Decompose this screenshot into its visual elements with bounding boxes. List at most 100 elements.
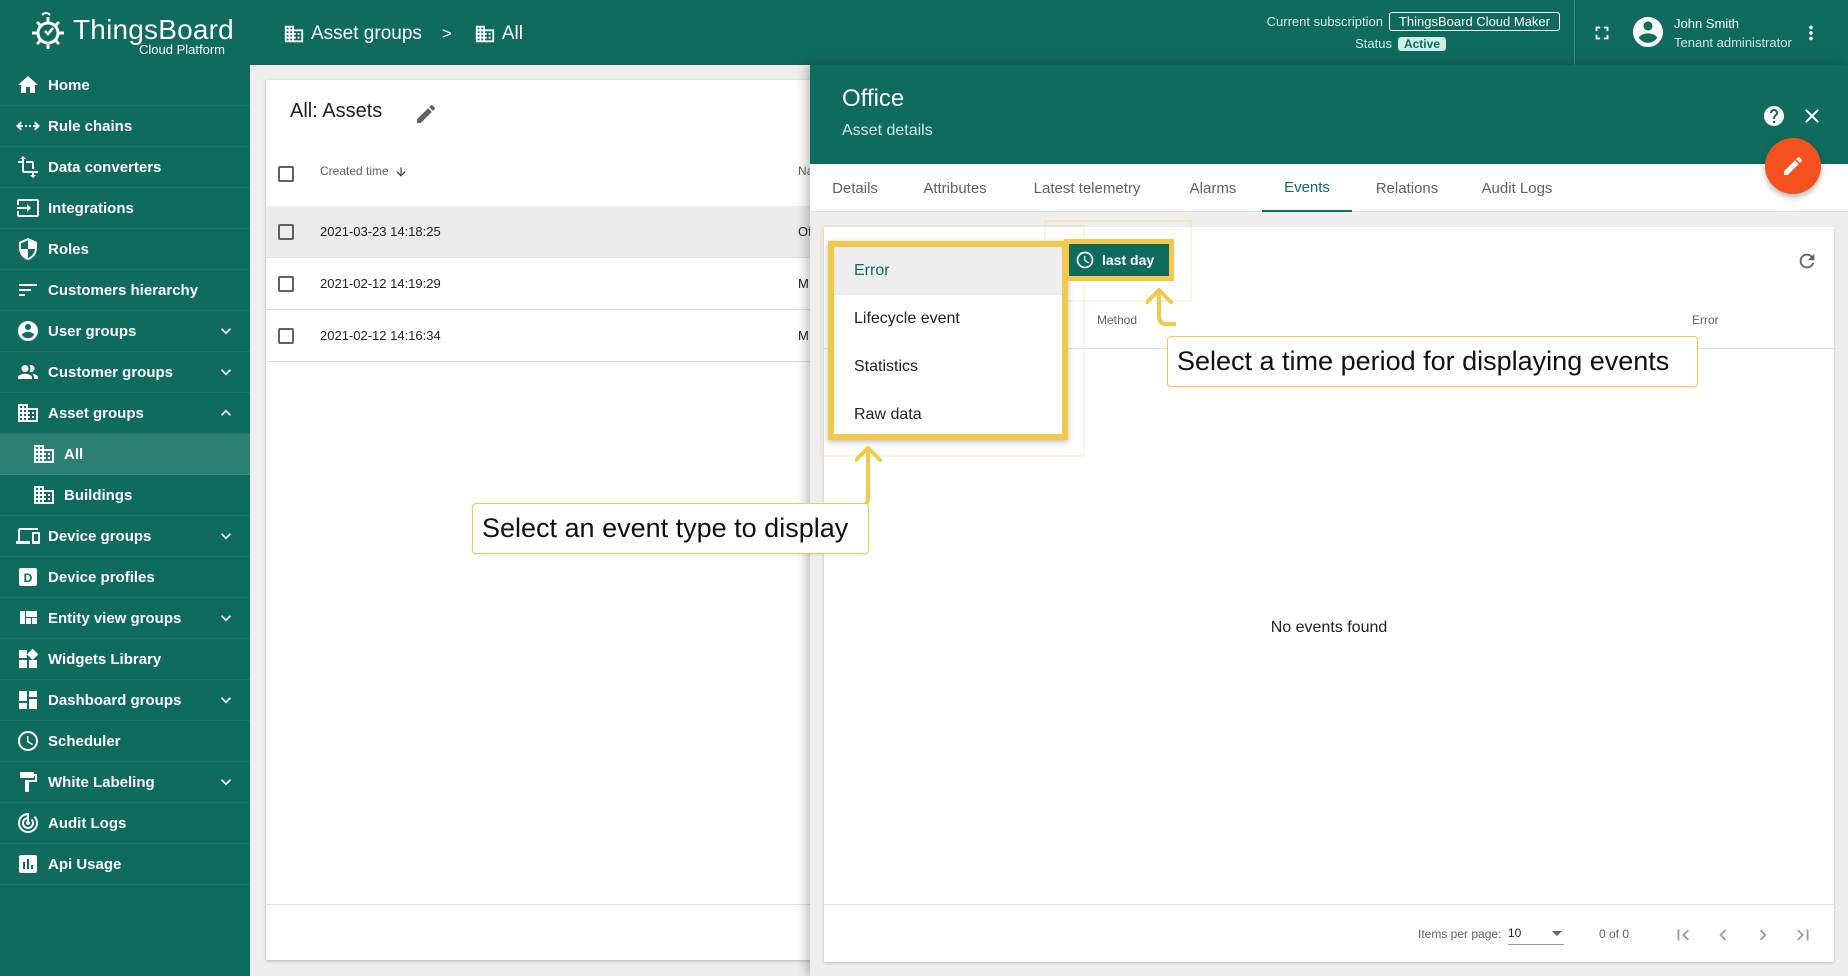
domain-icon [18,404,38,422]
sidebar-item-label: Buildings [64,486,133,504]
chevron-down-icon[interactable] [216,321,236,341]
paginator-divider [824,904,1834,905]
sidebar-item-label: Api Usage [48,855,122,873]
sidebar-item-data-converters[interactable]: Data converters [0,147,250,188]
sidebar-item-widgets-library[interactable]: Widgets Library [0,639,250,680]
chevron-right-icon[interactable] [1752,924,1774,946]
avatar[interactable] [1630,14,1666,50]
menu-item-raw-data[interactable]: Raw data [834,391,1062,439]
sidebar-item-device-groups[interactable]: Device groups [0,516,250,557]
column-header-error[interactable]: Error [1692,313,1719,327]
breadcrumb-separator: > [441,24,452,43]
sidebar-item-device-profiles[interactable]: D Device profiles [0,557,250,598]
select-all-checkbox[interactable] [278,166,294,182]
row-checkbox[interactable] [278,328,294,344]
sidebar-item-customers-hierarchy[interactable]: Customers hierarchy [0,270,250,311]
items-per-page-select[interactable]: 10 [1508,923,1564,945]
subscription-info: Current subscription ThingsBoard Cloud M… [1260,12,1560,56]
tab-attributes[interactable]: Attributes [900,164,1010,212]
tab-latest-telemetry[interactable]: Latest telemetry [1010,164,1164,212]
arrow-down-icon[interactable] [394,165,408,179]
time-window-button[interactable]: last day [1064,239,1174,281]
domain-icon [34,486,54,504]
thingsboard-logo[interactable]: ThingsBoard Cloud Platform [26,9,234,57]
table-row[interactable]: 2021-02-12 14:16:34 M [266,310,816,362]
row-checkbox[interactable] [278,276,294,292]
logo-gear-icon [32,12,64,49]
chevron-down-icon[interactable] [216,690,236,710]
first-page-icon[interactable] [1672,924,1694,946]
sidebar-item-integrations[interactable]: Integrations [0,188,250,229]
chevron-down-icon[interactable] [216,772,236,792]
sidebar-item-buildings[interactable]: Buildings [0,475,250,516]
edit-icon[interactable] [414,102,438,126]
created-time-cell: 2021-02-12 14:16:34 [320,328,441,343]
clock-icon [1076,251,1094,269]
sidebar-item-label: Entity view groups [48,609,182,627]
details-header: Office Asset details [810,65,1848,164]
sidebar-item-customer-groups[interactable]: Customer groups [0,352,250,393]
subscription-plan-badge[interactable]: ThingsBoard Cloud Maker [1388,12,1560,31]
sort-icon [19,284,37,296]
callout-event-type: Select an event type to display [472,503,869,554]
more-vert-icon[interactable] [1800,22,1822,44]
table-row[interactable]: 2021-02-12 14:19:29 M [266,258,816,310]
tab-audit-logs[interactable]: Audit Logs [1462,164,1572,212]
chevron-down-icon[interactable] [216,526,236,546]
chevron-down-icon[interactable] [216,608,236,628]
track-changes-icon [18,813,38,833]
rule-chain-icon [16,121,40,131]
callout-arrow-event-type [855,446,882,508]
domain-icon [475,25,495,43]
row-checkbox[interactable] [278,224,294,240]
menu-item-lifecycle-event[interactable]: Lifecycle event [834,295,1062,343]
view-quilt-icon [20,611,37,624]
sidebar-item-label: Scheduler [48,732,121,750]
sidebar-item-audit-logs[interactable]: Audit Logs [0,803,250,844]
fullscreen-icon[interactable] [1591,22,1613,44]
sidebar-item-rule-chains[interactable]: Rule chains [0,106,250,147]
menu-item-statistics[interactable]: Statistics [834,343,1062,391]
user-info[interactable]: John Smith Tenant administrator [1674,14,1792,52]
chevron-down-icon[interactable] [216,362,236,382]
table-footer-divider [266,904,816,905]
supervisor-icon [18,365,38,379]
toolbar-divider [1574,0,1575,65]
table-row[interactable]: 2021-03-23 14:18:25 Of [266,206,816,258]
callout-arrow-time-period [1146,288,1176,326]
sidebar-item-label: All [64,445,84,463]
help-icon[interactable] [1762,104,1786,128]
device-profile-icon: D [19,568,37,586]
sidebar-item-entity-view-groups[interactable]: Entity view groups [0,598,250,639]
sidebar-item-api-usage[interactable]: Api Usage [0,844,250,885]
sidebar-item-asset-groups[interactable]: Asset groups [0,393,250,434]
devices-icon [16,528,40,544]
tab-relations[interactable]: Relations [1352,164,1462,212]
sidebar-item-white-labeling[interactable]: White Labeling [0,762,250,803]
edit-fab-button[interactable] [1765,138,1821,194]
last-page-icon[interactable] [1792,924,1814,946]
sidebar-item-roles[interactable]: Roles [0,229,250,270]
column-header-created-time[interactable]: Created time [320,164,389,178]
tab-events[interactable]: Events [1262,164,1352,212]
event-type-menu: Error Lifecycle event Statistics Raw dat… [828,241,1068,440]
sidebar-item-all[interactable]: All [0,434,250,475]
sidebar-item-label: Dashboard groups [48,691,182,709]
tab-details[interactable]: Details [810,164,900,212]
sidebar-item-home[interactable]: Home [0,65,250,106]
tab-alarms[interactable]: Alarms [1164,164,1262,212]
chevron-up-icon[interactable] [216,403,236,423]
sidebar-item-scheduler[interactable]: Scheduler [0,721,250,762]
close-icon[interactable] [1800,104,1824,128]
top-toolbar: ThingsBoard Cloud Platform Asset groups … [0,0,1848,65]
sidebar-item-dashboard-groups[interactable]: Dashboard groups [0,680,250,721]
column-header-method[interactable]: Method [1097,313,1137,327]
refresh-icon[interactable] [1796,250,1818,272]
sidebar-item-user-groups[interactable]: User groups [0,311,250,352]
chevron-left-icon[interactable] [1712,924,1734,946]
menu-item-error[interactable]: Error [834,247,1062,295]
details-tabs: Details Attributes Latest telemetry Alar… [810,164,1848,212]
sidebar-item-label: Integrations [48,199,134,217]
sidebar-item-label: Customer groups [48,363,174,381]
breadcrumb-asset-groups[interactable]: Asset groups [311,23,422,45]
